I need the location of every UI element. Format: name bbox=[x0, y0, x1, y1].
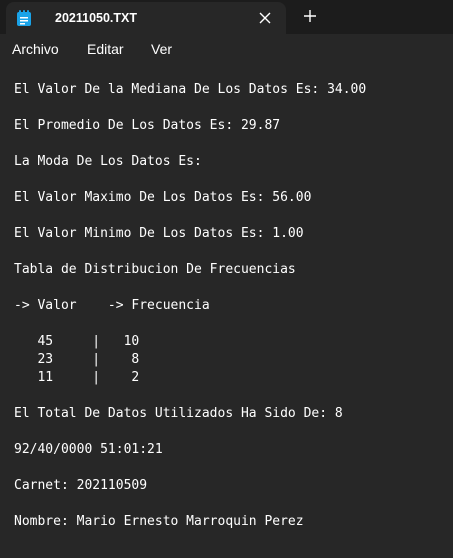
line-moda: La Moda De Los Datos Es: bbox=[14, 154, 202, 169]
menu-ver[interactable]: Ver bbox=[151, 41, 172, 57]
text-editor[interactable]: El Valor De la Mediana De Los Datos Es: … bbox=[0, 66, 453, 558]
tab-document[interactable]: 20211050.TXT bbox=[6, 2, 286, 34]
menu-archivo[interactable]: Archivo bbox=[12, 41, 59, 57]
notepad-icon bbox=[16, 9, 32, 27]
line-table-row: 23 | 8 bbox=[14, 352, 140, 367]
line-table-row: 45 | 10 bbox=[14, 334, 140, 349]
line-timestamp: 92/40/0000 51:01:21 bbox=[14, 442, 163, 457]
line-minimo: El Valor Minimo De Los Datos Es: 1.00 bbox=[14, 226, 304, 241]
line-table-row: 11 | 2 bbox=[14, 370, 140, 385]
line-total: El Total De Datos Utilizados Ha Sido De:… bbox=[14, 406, 343, 421]
menu-bar: Archivo Editar Ver bbox=[0, 34, 453, 66]
line-table-header: -> Valor -> Frecuencia bbox=[14, 298, 210, 313]
line-maximo: El Valor Maximo De Los Datos Es: 56.00 bbox=[14, 190, 312, 205]
title-bar: 20211050.TXT bbox=[0, 0, 453, 34]
line-promedio: El Promedio De Los Datos Es: 29.87 bbox=[14, 118, 281, 133]
line-tabla-title: Tabla de Distribucion De Frecuencias bbox=[14, 262, 296, 277]
menu-editar[interactable]: Editar bbox=[87, 41, 124, 57]
close-icon[interactable] bbox=[255, 8, 275, 28]
plus-icon[interactable] bbox=[300, 6, 320, 26]
tab-title: 20211050.TXT bbox=[55, 11, 138, 25]
line-carnet: Carnet: 202110509 bbox=[14, 478, 148, 493]
line-mediana: El Valor De la Mediana De Los Datos Es: … bbox=[14, 82, 367, 97]
line-nombre: Nombre: Mario Ernesto Marroquin Perez bbox=[14, 514, 304, 529]
